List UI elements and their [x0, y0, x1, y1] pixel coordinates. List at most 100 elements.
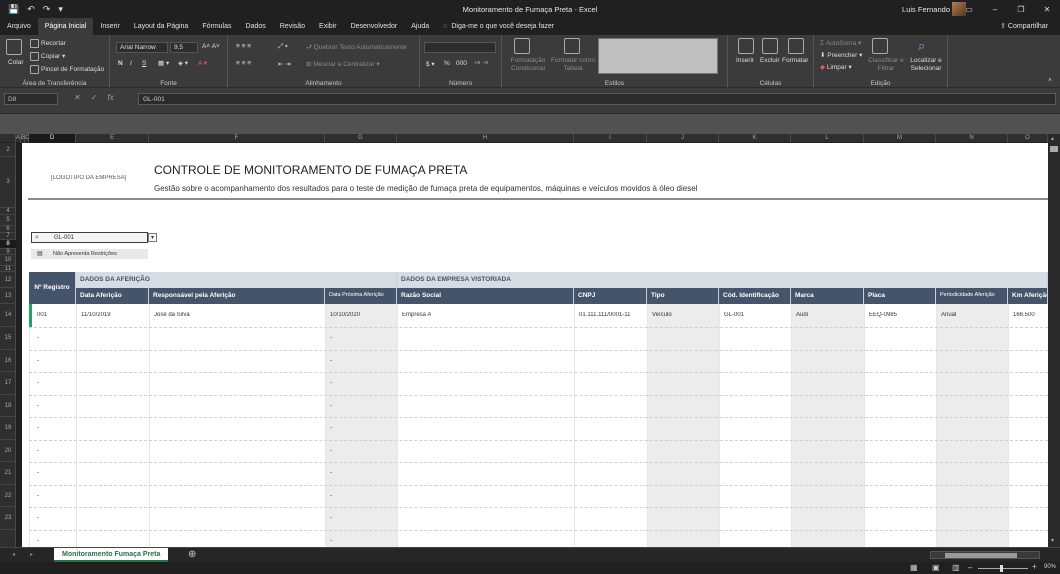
- column-header[interactable]: F: [149, 134, 325, 143]
- column-header[interactable]: M: [864, 134, 936, 143]
- conditional-format-button[interactable]: Formatação Condicional: [506, 57, 550, 73]
- tab-ajuda[interactable]: Ajuda: [404, 18, 436, 35]
- conditional-format-icon[interactable]: [514, 38, 532, 54]
- row-header[interactable]: 5: [0, 215, 16, 226]
- cell-registro-empty[interactable]: -: [32, 335, 39, 341]
- number-format-select[interactable]: [424, 42, 496, 53]
- tab-dados[interactable]: Dados: [239, 18, 273, 35]
- prev-sheet-icon[interactable]: ◂: [12, 551, 15, 558]
- column-header[interactable]: J: [647, 134, 719, 143]
- search-dropdown-icon[interactable]: ▾: [148, 233, 157, 242]
- horizontal-scroll-thumb[interactable]: [945, 553, 1017, 558]
- cell-registro-empty[interactable]: -: [32, 425, 39, 431]
- user-name[interactable]: Luis Fernando: [902, 5, 950, 14]
- cell-registro-empty[interactable]: -: [32, 448, 39, 454]
- row-header[interactable]: 16: [0, 350, 16, 372]
- row-header[interactable]: 7: [0, 233, 16, 240]
- fill-button[interactable]: ⬇ Preencher ▾: [820, 51, 862, 59]
- indent-icon[interactable]: ⇤ ⇥: [278, 60, 291, 68]
- enter-icon[interactable]: ✓: [91, 93, 98, 102]
- merge-center-button[interactable]: ⊞ Mesclar e Centralizar ▾: [306, 60, 380, 68]
- align-left-icon[interactable]: ≡ ≡ ≡: [236, 60, 251, 67]
- header-data-afericao[interactable]: Data Aferição: [76, 288, 149, 304]
- redo-icon[interactable]: ↷: [43, 4, 51, 15]
- tab-arquivo[interactable]: Arquivo: [0, 18, 38, 35]
- format-table-button[interactable]: Formatar como Tabela: [548, 57, 598, 73]
- format-cells-icon[interactable]: [788, 38, 806, 54]
- underline-button[interactable]: S: [142, 60, 146, 67]
- tell-me-box[interactable]: ◌ Diga-me o que você deseja fazer: [436, 18, 561, 35]
- format-cells-button[interactable]: Formatar: [782, 57, 808, 64]
- scroll-thumb[interactable]: [1050, 146, 1058, 152]
- bold-button[interactable]: N: [118, 60, 123, 67]
- fill-color-icon[interactable]: ◈ ▾: [178, 59, 188, 67]
- cell-registro-empty[interactable]: -: [32, 538, 39, 544]
- cell-proxima-empty[interactable]: -: [325, 448, 332, 454]
- column-header[interactable]: E: [76, 134, 149, 143]
- font-size-select[interactable]: 9,5: [170, 42, 198, 53]
- cell-registro-empty[interactable]: -: [32, 358, 39, 364]
- copy-button[interactable]: Copiar ▾: [30, 52, 65, 61]
- page-layout-view-icon[interactable]: ▣: [932, 563, 940, 572]
- sort-filter-button[interactable]: Classificar e Filtrar: [868, 57, 904, 73]
- horizontal-scrollbar[interactable]: [930, 551, 1040, 559]
- vertical-scrollbar[interactable]: ▴ ▾: [1048, 134, 1060, 547]
- tab-layout[interactable]: Layout da Página: [127, 18, 196, 35]
- zoom-slider[interactable]: [978, 565, 1028, 572]
- column-header[interactable]: L: [791, 134, 864, 143]
- header-cnpj[interactable]: CNPJ: [574, 288, 647, 304]
- header-cod-identificacao[interactable]: Cód. Identificação: [719, 288, 791, 304]
- worksheet[interactable]: [LOGOTIPO DA EMPRESA] CONTROLE DE MONITO…: [22, 143, 1048, 547]
- row-header[interactable]: 19: [0, 417, 16, 440]
- column-header[interactable]: G: [325, 134, 397, 143]
- header-responsavel[interactable]: Responsável pela Aferição: [149, 288, 325, 304]
- format-table-icon[interactable]: [564, 38, 582, 54]
- column-header[interactable]: N: [936, 134, 1008, 143]
- zoom-level[interactable]: 90%: [1044, 564, 1056, 570]
- add-sheet-icon[interactable]: ⊕: [188, 549, 196, 560]
- autosum-button[interactable]: Σ AutoSoma ▾: [820, 39, 861, 47]
- row-header[interactable]: 8: [0, 240, 16, 249]
- cell-marca[interactable]: Audi: [791, 312, 808, 318]
- zoom-in-icon[interactable]: +: [1032, 562, 1037, 571]
- thousands-button[interactable]: 000: [456, 60, 467, 67]
- tab-pagina-inicial[interactable]: Página Inicial: [37, 18, 94, 35]
- find-select-icon[interactable]: ⌕: [918, 38, 925, 54]
- sheet-tab[interactable]: Monitoramento Fumaça Preta: [54, 548, 169, 562]
- font-color-icon[interactable]: A ▾: [198, 59, 207, 67]
- column-header[interactable]: O: [1008, 134, 1048, 143]
- collapse-ribbon-icon[interactable]: ˄: [1048, 77, 1052, 84]
- insert-function-icon[interactable]: fx: [107, 93, 113, 102]
- tab-revisao[interactable]: Revisão: [273, 18, 312, 35]
- formula-input[interactable]: GL-001: [138, 93, 1056, 105]
- row-header[interactable]: 12: [0, 272, 16, 288]
- tab-formulas[interactable]: Fórmulas: [195, 18, 238, 35]
- row-header[interactable]: 20: [0, 440, 16, 462]
- column-header[interactable]: D: [29, 134, 76, 143]
- cell-periodicidade[interactable]: Anual: [936, 312, 956, 318]
- cancel-icon[interactable]: ✕: [74, 93, 81, 102]
- cell-registro-empty[interactable]: -: [32, 403, 39, 409]
- tab-desenvolvedor[interactable]: Desenvolvedor: [344, 18, 405, 35]
- cell-registro[interactable]: 001: [32, 312, 47, 318]
- format-painter-button[interactable]: Pincel de Formatação: [30, 65, 104, 74]
- header-razao-social[interactable]: Razão Social: [397, 288, 574, 304]
- cell-registro-empty[interactable]: -: [32, 515, 39, 521]
- close-icon[interactable]: ✕: [1034, 0, 1060, 18]
- save-icon[interactable]: 💾: [8, 4, 19, 15]
- row-header[interactable]: 15: [0, 327, 16, 350]
- normal-view-icon[interactable]: ▦: [910, 563, 918, 572]
- delete-cells-icon[interactable]: [762, 38, 780, 54]
- cell-responsavel[interactable]: José da Silva: [149, 312, 190, 318]
- row-header[interactable]: 10: [0, 255, 16, 266]
- paste-button[interactable]: [6, 39, 24, 55]
- sort-filter-icon[interactable]: [872, 38, 890, 54]
- column-header[interactable]: H: [397, 134, 574, 143]
- align-top-icon[interactable]: ≡ ≡ ≡: [236, 43, 251, 50]
- row-header[interactable]: 3: [0, 157, 16, 208]
- borders-icon[interactable]: ▦ ▾: [158, 59, 169, 67]
- row-header[interactable]: 13: [0, 288, 16, 304]
- row-header[interactable]: 14: [0, 304, 16, 327]
- cell-styles-gallery[interactable]: [598, 38, 718, 74]
- currency-icon[interactable]: $ ▾: [426, 60, 435, 68]
